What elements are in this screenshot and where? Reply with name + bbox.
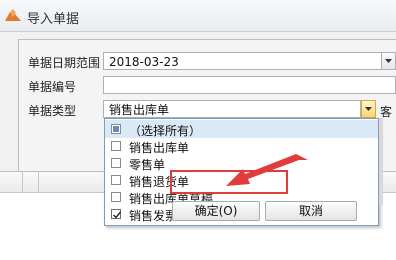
checkbox-sales-return[interactable] bbox=[111, 175, 121, 185]
doc-type-select[interactable]: 销售出库单 bbox=[103, 100, 361, 118]
grid-column-divider bbox=[38, 172, 39, 192]
check-icon bbox=[113, 211, 122, 219]
checkbox-retail[interactable] bbox=[111, 158, 121, 168]
ok-button[interactable]: 确定(O) bbox=[172, 201, 260, 221]
date-range-label: 单据日期范围 bbox=[28, 56, 101, 70]
checkbox-sales-outbound-draft[interactable] bbox=[111, 192, 121, 202]
doc-number-field[interactable] bbox=[103, 76, 396, 94]
chevron-down-icon bbox=[385, 59, 392, 63]
window-title: 导入单据 bbox=[27, 12, 80, 27]
option-sales-outbound[interactable]: 销售出库单 bbox=[105, 137, 378, 155]
chevron-down-icon bbox=[365, 107, 372, 111]
checkbox-select-all[interactable] bbox=[111, 124, 121, 134]
app-logo-icon bbox=[5, 9, 21, 21]
doc-number-label: 单据编号 bbox=[28, 80, 77, 94]
date-range-field[interactable]: 2018-03-23 bbox=[103, 52, 388, 70]
option-sales-return[interactable]: 销售退货单 bbox=[105, 171, 378, 189]
checkbox-sales-invoice[interactable] bbox=[111, 209, 122, 219]
grid-column-divider bbox=[22, 172, 23, 192]
option-retail[interactable]: 零售单 bbox=[105, 154, 378, 172]
date-dropdown-button[interactable] bbox=[381, 52, 396, 70]
dropdown-scrollbar[interactable] bbox=[379, 118, 383, 206]
doc-type-label: 单据类型 bbox=[28, 104, 77, 118]
cancel-button[interactable]: 取消 bbox=[265, 201, 357, 221]
doc-type-dropdown-button[interactable] bbox=[361, 100, 376, 118]
option-label: 销售发票 bbox=[129, 209, 178, 223]
option-select-all[interactable]: （选择所有） bbox=[105, 120, 378, 138]
title-bar: 导入单据 bbox=[0, 0, 396, 32]
checkbox-sales-outbound[interactable] bbox=[111, 141, 121, 151]
